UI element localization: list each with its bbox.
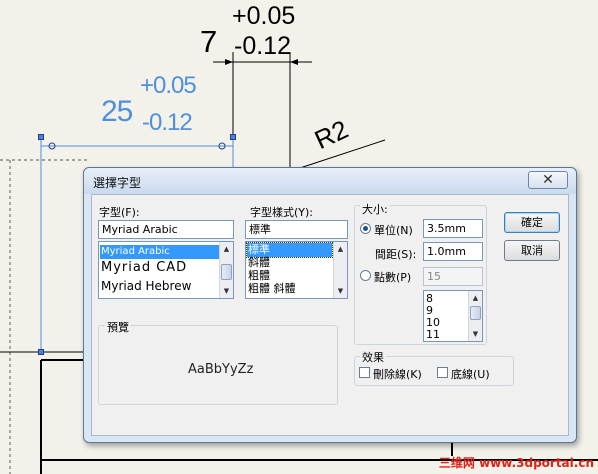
spacing-label: 間距(S): xyxy=(375,248,417,261)
points-field: 15 xyxy=(423,267,483,286)
font-list-item[interactable]: Myriad CAD xyxy=(100,261,187,275)
dialog-title: 選擇字型 xyxy=(93,176,142,190)
style-list-item[interactable]: 粗體 xyxy=(247,269,270,283)
style-list-item[interactable]: 斜體 xyxy=(247,256,270,270)
underline-label[interactable]: 底線(U) xyxy=(451,366,490,382)
dialog-content: 字型(F): Myriad Arabic Myriad Arabic Myria… xyxy=(91,194,569,436)
underline-checkbox[interactable] xyxy=(437,367,448,378)
dim-left-base-value: 25 xyxy=(101,95,133,128)
unit-radio-label[interactable]: 單位(N) xyxy=(374,222,413,238)
font-style-label: 字型樣式(Y): xyxy=(250,206,314,219)
points-list-item[interactable]: 11 xyxy=(425,328,440,341)
close-button[interactable]: ✕ xyxy=(528,171,568,189)
dimension-grip-handle[interactable] xyxy=(230,134,236,140)
preview-text: AaBbYyZz xyxy=(188,362,254,377)
close-icon: ✕ xyxy=(542,172,554,188)
cancel-button[interactable]: 取消 xyxy=(504,240,560,261)
dim-top-lower-tolerance: -0.12 xyxy=(234,32,291,60)
spacing-field[interactable]: 1.0mm xyxy=(423,242,483,261)
dimension-grip-handle[interactable] xyxy=(38,134,44,140)
dim-left-upper-tolerance: +0.05 xyxy=(140,72,197,99)
scroll-thumb[interactable] xyxy=(470,306,481,320)
points-radio-label[interactable]: 點數(P) xyxy=(374,269,411,285)
strikeout-label[interactable]: 刪除線(K) xyxy=(373,366,422,382)
dim-top-upper-tolerance: +0.05 xyxy=(232,2,296,30)
dimension-grip-handle[interactable] xyxy=(38,349,44,355)
font-list[interactable]: Myriad Arabic Myriad CAD Myriad Hebrew ▲… xyxy=(98,241,234,299)
style-list-scrollbar[interactable]: ▲ ▼ xyxy=(333,242,347,298)
font-style-list[interactable]: 標準 斜體 粗體 粗體 斜體 ▲ ▼ xyxy=(245,241,348,299)
select-font-dialog: 選擇字型 ✕ 字型(F): Myriad Arabic Myriad Arabi… xyxy=(83,167,577,443)
dim-top-base-value: 7 xyxy=(200,24,218,59)
scroll-down-arrow-icon[interactable]: ▼ xyxy=(221,285,232,297)
scroll-thumb[interactable] xyxy=(221,264,232,280)
points-list[interactable]: 8 9 10 11 ▲ ▼ xyxy=(423,290,483,342)
scroll-up-arrow-icon[interactable]: ▲ xyxy=(221,243,232,255)
font-list-item[interactable]: Myriad Hebrew xyxy=(100,279,191,293)
strikeout-checkbox[interactable] xyxy=(359,367,370,378)
size-group-label: 大小: xyxy=(360,201,390,217)
points-list-scrollbar[interactable]: ▲ ▼ xyxy=(468,291,482,341)
style-list-item[interactable]: 標準 xyxy=(246,242,333,258)
points-radio[interactable] xyxy=(360,270,371,281)
style-list-item[interactable]: 粗體 斜體 xyxy=(247,282,296,296)
scroll-down-arrow-icon[interactable]: ▼ xyxy=(335,285,346,297)
preview-label: 預覽 xyxy=(105,319,131,335)
dim-left-lower-tolerance: -0.12 xyxy=(142,109,193,136)
site-watermark: 三维网 www.3dportal.cn xyxy=(438,456,594,470)
scroll-down-arrow-icon[interactable]: ▼ xyxy=(470,328,481,340)
ok-button[interactable]: 確定 xyxy=(504,212,560,233)
scroll-up-arrow-icon[interactable]: ▲ xyxy=(470,292,481,304)
font-name-field[interactable]: Myriad Arabic xyxy=(98,220,234,239)
font-list-item[interactable]: Myriad Arabic xyxy=(100,245,220,259)
dialog-title-bar[interactable]: 選擇字型 ✕ xyxy=(84,168,576,194)
unit-radio[interactable] xyxy=(360,223,371,234)
font-label: 字型(F): xyxy=(99,206,140,219)
unit-size-field[interactable]: 3.5mm xyxy=(423,219,483,238)
font-list-scrollbar[interactable]: ▲ ▼ xyxy=(219,242,233,298)
effects-label: 效果 xyxy=(360,349,386,365)
font-style-field[interactable]: 標準 xyxy=(245,220,348,239)
scroll-up-arrow-icon[interactable]: ▲ xyxy=(335,243,346,255)
